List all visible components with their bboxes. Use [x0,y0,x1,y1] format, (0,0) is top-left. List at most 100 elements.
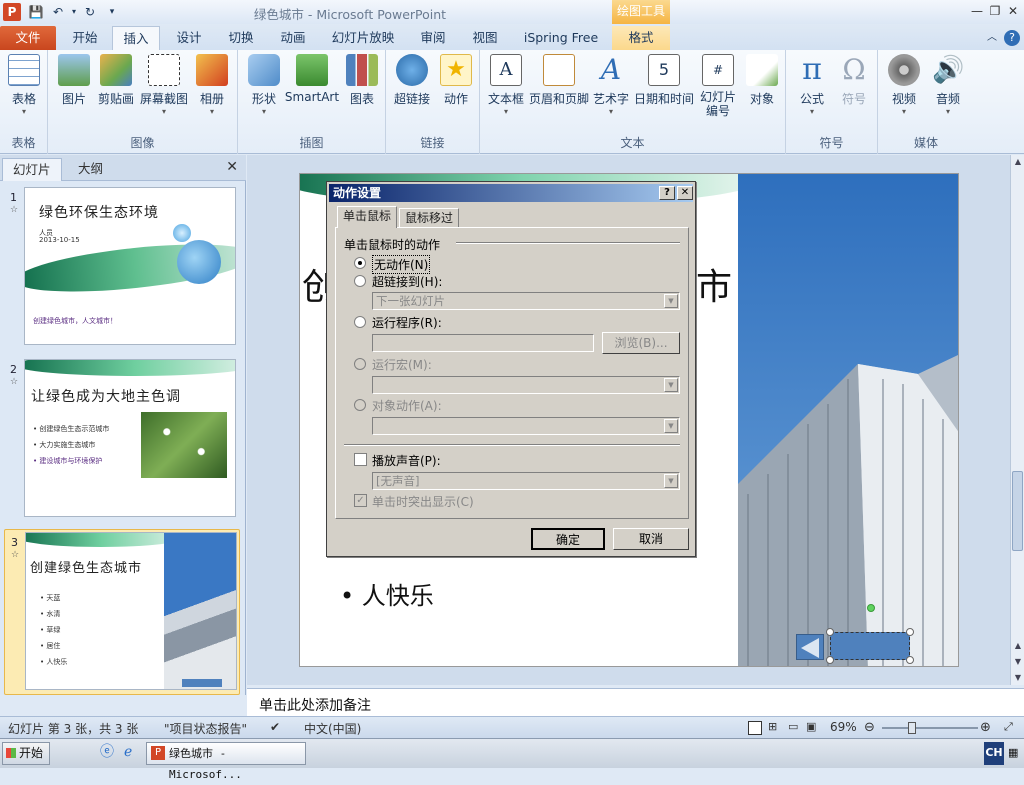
header-footer-button[interactable]: 页眉和页脚 [528,54,590,107]
dialog-close-button[interactable]: ✕ [677,186,693,200]
textbox-button[interactable]: A 文本框 ▾ [484,54,528,117]
minimize-icon[interactable]: — [968,3,986,19]
hyperlink-button[interactable]: 超链接 [390,54,434,107]
label-no-action[interactable]: 无动作(N) [372,255,431,274]
tab-transitions[interactable]: 切换 [218,26,264,50]
notes-pane[interactable]: 单击此处添加备注 [247,688,1024,716]
radio-no-action[interactable] [354,257,366,269]
clipart-button[interactable]: 剪贴画 [96,54,136,107]
rotation-handle[interactable] [867,604,875,612]
radio-run-macro[interactable] [354,358,366,370]
album-button[interactable]: 相册 ▾ [192,54,232,117]
ok-button[interactable]: 确定 [531,528,605,550]
tab-slideshow[interactable]: 幻灯片放映 [324,26,402,50]
cancel-button[interactable]: 取消 [613,528,689,550]
slide-thumbnail-3[interactable]: 3 ☆ 创建绿色生态城市 • 天蓝 • 水清 • 草绿 • 居住 • 人快乐 [4,529,240,695]
chevron-down-icon[interactable]: ▼ [664,474,678,488]
ribbon-collapse-icon[interactable]: ︿ [984,26,1000,50]
tab-mouse-over[interactable]: 鼠标移过 [399,208,460,228]
scroll-down-icon[interactable]: ▼ [1011,671,1024,685]
datetime-button[interactable]: 5 日期和时间 [634,54,694,107]
tab-home[interactable]: 开始 [62,26,108,50]
symbol-button[interactable]: Ω 符号 [834,54,874,107]
slide-sorter-icon[interactable]: ⊞ [768,720,777,733]
close-pane-icon[interactable]: ✕ [226,159,238,175]
start-button[interactable]: 开始 [2,742,50,765]
zoom-slider-track[interactable] [882,727,978,729]
label-play-sound[interactable]: 播放声音(P): [372,452,441,469]
object-action-select[interactable]: ▼ [372,417,680,435]
play-sound-checkbox[interactable] [354,453,367,466]
label-hyperlink[interactable]: 超链接到(H): [372,273,442,290]
browse-button[interactable]: 浏览(B)... [602,332,680,354]
run-macro-select[interactable]: ▼ [372,376,680,394]
chevron-down-icon[interactable]: ▼ [664,378,678,392]
scroll-thumb[interactable] [1012,471,1023,551]
slideshow-view-icon[interactable]: ▣ [806,720,816,733]
reading-view-icon[interactable]: ▭ [788,720,798,733]
chevron-down-icon[interactable]: ▼ [664,419,678,433]
table-button[interactable]: 表格 ▾ [4,54,44,117]
language-indicator[interactable]: 中文(中国) [304,720,361,737]
run-program-input[interactable] [372,334,594,352]
chevron-down-icon[interactable]: ▼ [664,294,678,308]
theme-name[interactable]: "项目状态报告" [164,720,247,737]
wordart-button[interactable]: A 艺术字 ▾ [590,54,632,117]
dialog-help-button[interactable]: ? [659,186,675,200]
scroll-down-page-icon[interactable]: ▼ [1011,655,1024,669]
tab-animations[interactable]: 动画 [270,26,316,50]
action-button[interactable]: ★ 动作 [436,54,476,107]
zoom-level[interactable]: 69% [830,720,857,734]
slide-number-button[interactable]: # 幻灯片 编号 [696,54,740,118]
zoom-slider-thumb[interactable] [908,722,916,734]
scroll-up-icon[interactable]: ▲ [1011,155,1024,169]
video-button[interactable]: 视频 ▾ [884,54,924,117]
quicklaunch-browser-icon[interactable]: ℯ [124,742,132,765]
tab-insert[interactable]: 插入 [112,26,160,50]
ime-indicator[interactable]: CH [984,742,1004,765]
tab-file[interactable]: 文件 [0,26,56,50]
radio-run-program[interactable] [354,316,366,328]
spellcheck-icon[interactable]: ✔ [270,720,280,734]
selection-handle[interactable] [826,628,834,636]
tab-mouse-click[interactable]: 单击鼠标 [337,206,398,228]
tab-slides[interactable]: 幻灯片 [2,158,62,181]
vertical-scrollbar[interactable]: ▲ ▲ ▼ ▼ [1010,155,1024,685]
normal-view-icon[interactable] [748,721,762,735]
object-button[interactable]: 对象 [742,54,782,107]
tab-format[interactable]: 格式 [612,26,670,50]
restore-icon[interactable]: ❐ [986,3,1004,19]
fit-to-window-icon[interactable]: ⤢ [1004,720,1013,734]
selected-action-shape[interactable] [830,632,910,660]
taskbar-window-button[interactable]: P 绿色城市 - Microsof... [146,742,306,781]
quicklaunch-ie-icon[interactable]: ⓔ [100,742,114,765]
back-arrow-action-button[interactable] [796,634,824,660]
tab-review[interactable]: 审阅 [410,26,456,50]
help-icon[interactable]: ? [1004,30,1020,46]
tab-view[interactable]: 视图 [462,26,508,50]
scroll-up-page-icon[interactable]: ▲ [1011,639,1024,653]
tab-design[interactable]: 设计 [166,26,212,50]
picture-button[interactable]: 图片 [54,54,94,107]
highlight-checkbox[interactable]: ✓ [354,494,367,507]
hyperlink-target-select[interactable]: 下一张幻灯片 ▼ [372,292,680,310]
equation-button[interactable]: π 公式 ▾ [792,54,832,117]
label-run-program[interactable]: 运行程序(R): [372,314,442,331]
tab-outline[interactable]: 大纲 [68,158,113,181]
zoom-in-icon[interactable]: ⊕ [980,720,991,735]
slide-thumbnail-1[interactable]: 1 ☆ 绿色环保生态环境 人员 2013-10-15 创建绿色城市，人文城市！ [4,185,240,351]
ime-settings-icon[interactable]: ▦ [1008,742,1018,765]
smartart-button[interactable]: SmartArt [284,54,340,104]
screenshot-button[interactable]: 屏幕截图 ▾ [138,54,190,117]
tab-ispring[interactable]: iSpring Free [516,26,606,50]
audio-button[interactable]: 🔊 音频 ▾ [928,54,968,117]
radio-hyperlink[interactable] [354,275,366,287]
chart-button[interactable]: 图表 [342,54,382,107]
slide-thumbnail-2[interactable]: 2 ☆ 让绿色成为大地主色调 • 创建绿色生态示范城市 • 大力实施生态城市 •… [4,357,240,523]
shapes-button[interactable]: 形状 ▾ [244,54,284,117]
selection-handle[interactable] [826,656,834,664]
selection-handle[interactable] [906,656,914,664]
zoom-out-icon[interactable]: ⊖ [864,720,875,735]
selection-handle[interactable] [906,628,914,636]
close-icon[interactable]: ✕ [1004,3,1022,19]
